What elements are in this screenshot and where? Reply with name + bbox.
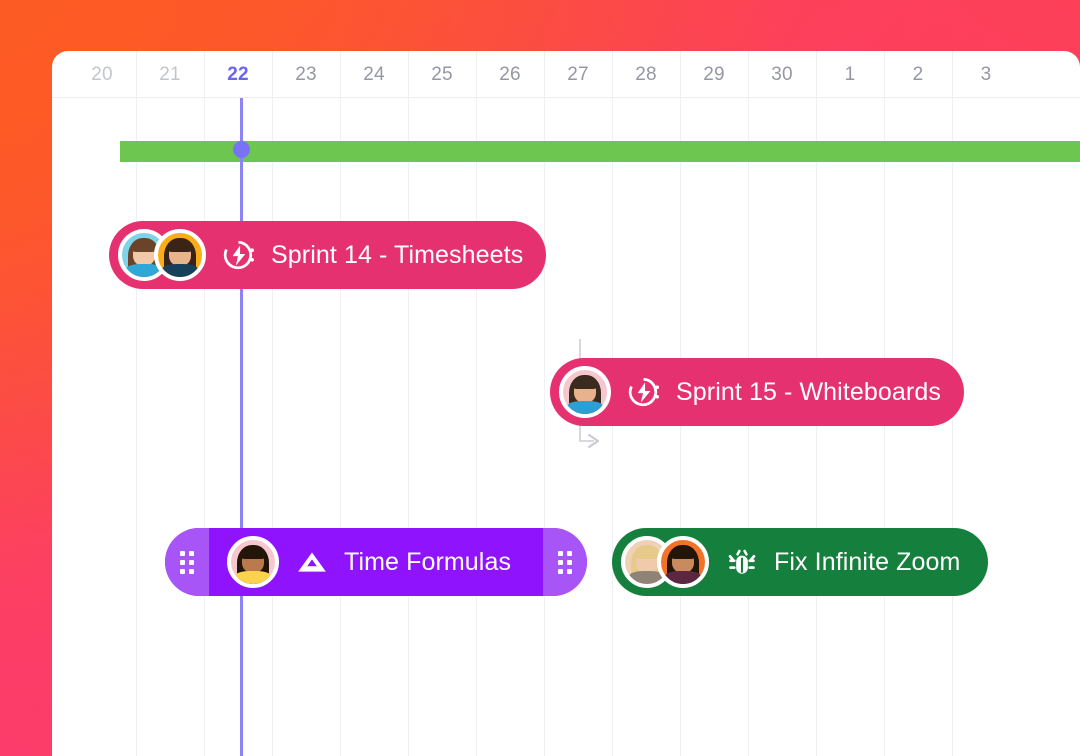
- avatar-man-pink[interactable]: [559, 366, 611, 418]
- day-header-30[interactable]: 30: [748, 51, 816, 98]
- day-header-22[interactable]: 22: [204, 51, 272, 98]
- drag-handle-left[interactable]: [165, 528, 209, 596]
- day-header-20[interactable]: 20: [68, 51, 136, 98]
- task-avatars[interactable]: [227, 536, 279, 588]
- day-header-25[interactable]: 25: [408, 51, 476, 98]
- avatar-woman-orange[interactable]: [154, 229, 206, 281]
- day-header-3[interactable]: 3: [952, 51, 1020, 98]
- avatar-man-orange[interactable]: [657, 536, 709, 588]
- sprint-icon: [627, 375, 661, 409]
- day-header-27[interactable]: 27: [544, 51, 612, 98]
- day-header-23[interactable]: 23: [272, 51, 340, 98]
- day-header-1[interactable]: 1: [816, 51, 884, 98]
- gantt-panel: 20 21 22 23 24 25 26 27 28 29 30 1 2 3 S…: [52, 51, 1080, 756]
- task-avatars[interactable]: [118, 229, 206, 281]
- avatar-woman-curly[interactable]: [227, 536, 279, 588]
- sprint-icon: [222, 238, 256, 272]
- task-bar-fix-infinite-zoom[interactable]: Fix Infinite Zoom: [612, 528, 988, 596]
- day-header-2[interactable]: 2: [884, 51, 952, 98]
- task-label: Time Formulas: [344, 547, 512, 576]
- drag-handle-icon: [180, 550, 194, 574]
- today-marker-line: [240, 98, 243, 756]
- day-header-28[interactable]: 28: [612, 51, 680, 98]
- arrow-right-icon: [588, 434, 599, 448]
- drag-handle-icon: [558, 550, 572, 574]
- day-header-26[interactable]: 26: [476, 51, 544, 98]
- task-bar-sprint-15[interactable]: Sprint 15 - Whiteboards: [550, 358, 964, 426]
- day-header-29[interactable]: 29: [680, 51, 748, 98]
- day-header-24[interactable]: 24: [340, 51, 408, 98]
- task-bar-time-formulas[interactable]: Time Formulas: [165, 528, 587, 596]
- bug-icon: [725, 545, 759, 579]
- project-progress-band[interactable]: [120, 141, 1080, 162]
- task-avatars[interactable]: [621, 536, 709, 588]
- task-label: Fix Infinite Zoom: [774, 547, 961, 576]
- timeline-header: 20 21 22 23 24 25 26 27 28 29 30 1 2 3: [52, 51, 1080, 98]
- task-avatars[interactable]: [559, 366, 611, 418]
- drag-handle-right[interactable]: [543, 528, 587, 596]
- today-marker-dot[interactable]: [233, 141, 250, 158]
- task-label: Sprint 15 - Whiteboards: [676, 377, 941, 406]
- task-bar-sprint-14[interactable]: Sprint 14 - Timesheets: [109, 221, 546, 289]
- milestone-icon: [295, 545, 329, 579]
- day-header-21[interactable]: 21: [136, 51, 204, 98]
- task-label: Sprint 14 - Timesheets: [271, 240, 524, 269]
